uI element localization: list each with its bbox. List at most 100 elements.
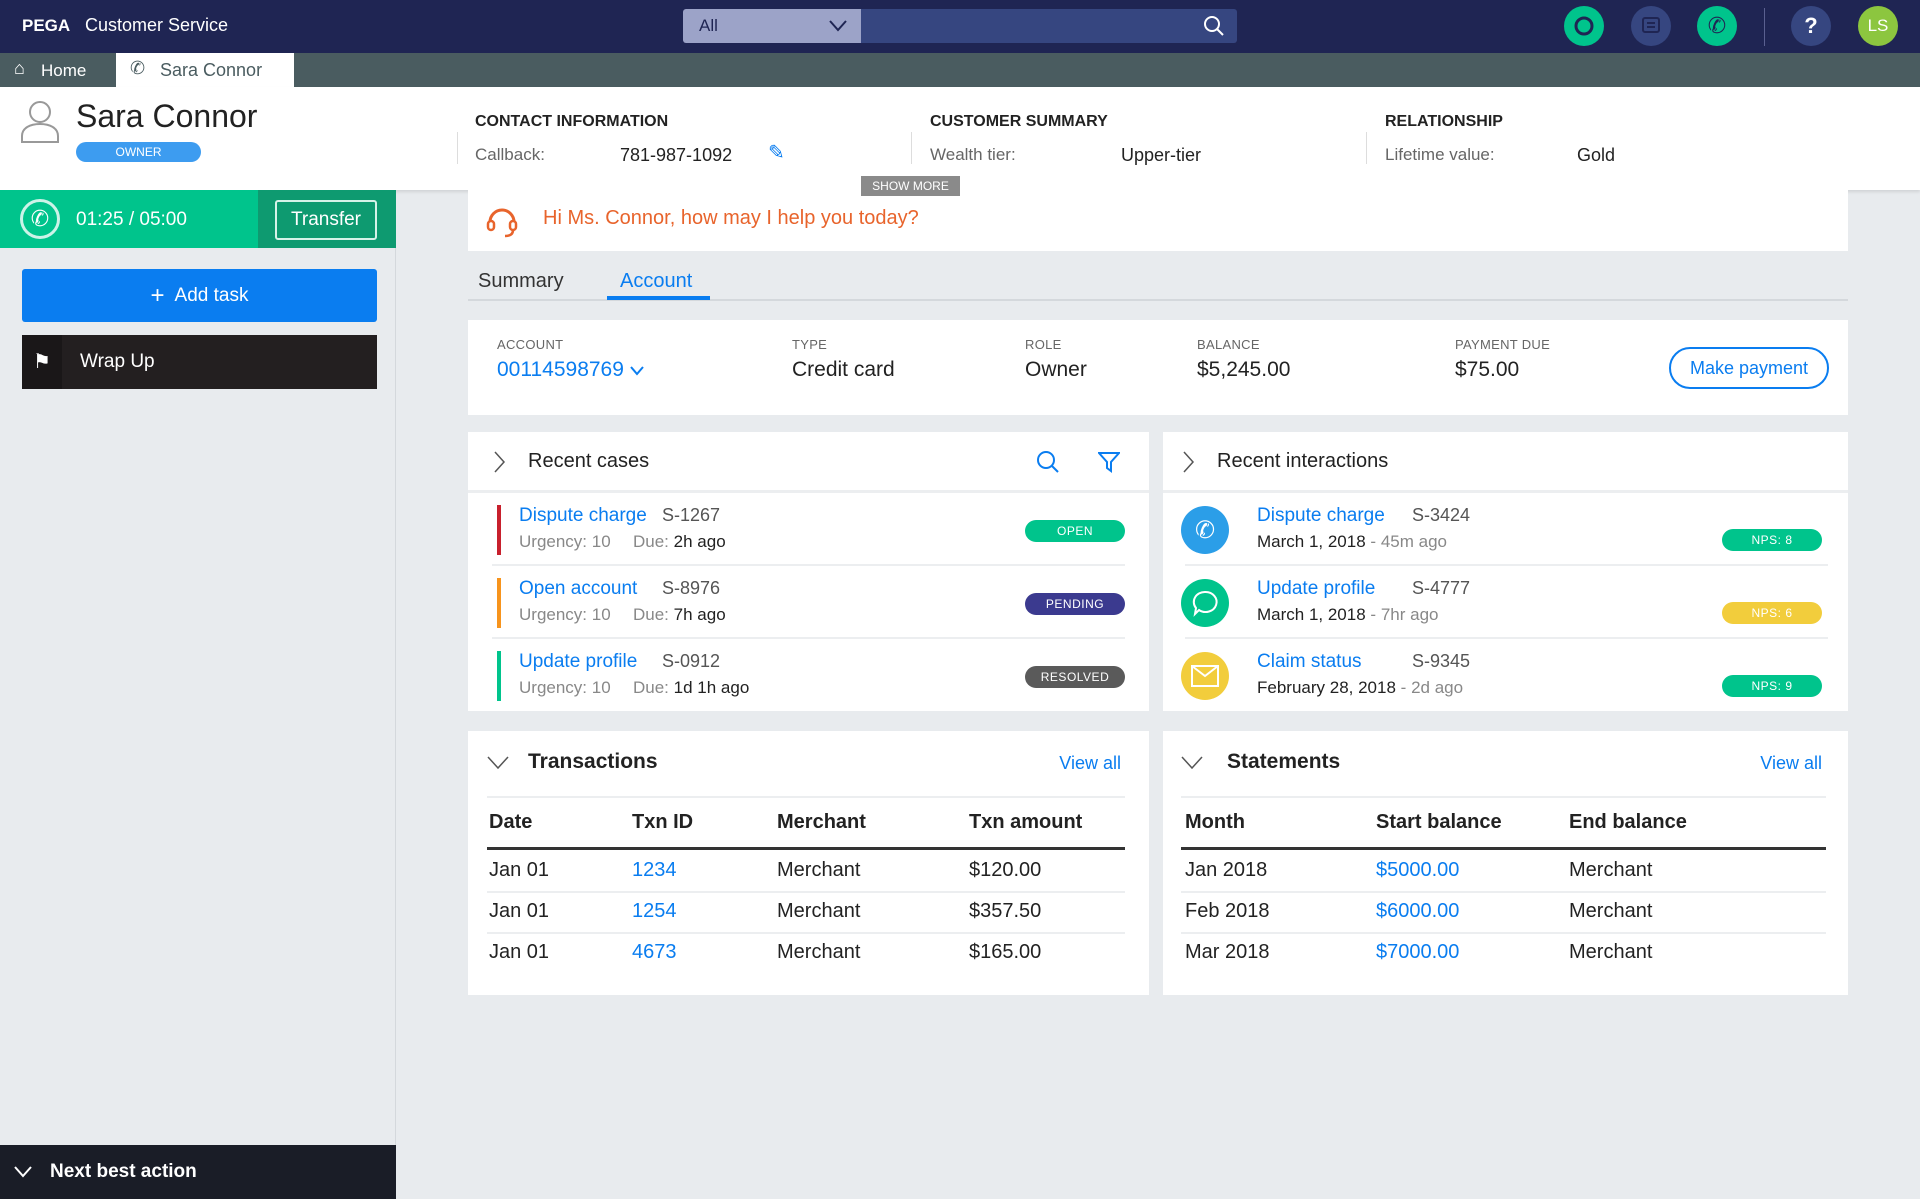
add-task-button[interactable]: + Add task bbox=[22, 269, 377, 322]
urgency-value: 10 bbox=[591, 605, 611, 624]
case-id: S-1267 bbox=[662, 505, 721, 525]
row-divider bbox=[487, 891, 1125, 893]
chevron-down-icon[interactable] bbox=[1181, 756, 1203, 770]
case-title-link[interactable]: Dispute charge bbox=[519, 505, 647, 527]
interaction-ago: 45m ago bbox=[1380, 532, 1447, 551]
case-urgency-bar bbox=[497, 651, 501, 701]
tab-home[interactable]: ⌂ Home bbox=[0, 53, 116, 87]
urgency-value: 10 bbox=[591, 678, 611, 697]
interaction-row[interactable]: Update profile S-4777 March 1, 2018 - 7h… bbox=[1163, 566, 1848, 639]
chevron-down-icon bbox=[14, 1166, 32, 1178]
wealth-tier-label: Wealth tier: bbox=[930, 145, 1016, 164]
payment-due-label: PAYMENT DUE bbox=[1455, 337, 1551, 352]
interaction-ago: 7hr ago bbox=[1380, 605, 1439, 624]
make-payment-button[interactable]: Make payment bbox=[1669, 347, 1829, 389]
case-row[interactable]: Update profile S-0912 Urgency: 10 Due: 1… bbox=[468, 639, 1149, 712]
table-cell-link[interactable]: 4673 bbox=[632, 941, 677, 964]
search-scope-select[interactable]: All bbox=[683, 9, 861, 43]
urgency-label: Urgency: bbox=[519, 532, 588, 551]
chevron-right-icon[interactable] bbox=[494, 451, 506, 473]
column-header[interactable]: Txn amount bbox=[969, 811, 1082, 834]
table-cell: Mar 2018 bbox=[1185, 941, 1270, 963]
column-header[interactable]: Txn ID bbox=[632, 811, 693, 834]
divider bbox=[1366, 132, 1367, 164]
table-cell-link[interactable]: $5000.00 bbox=[1376, 859, 1459, 882]
table-cell-link[interactable]: $7000.00 bbox=[1376, 941, 1459, 964]
case-due: Due: 1d 1h ago bbox=[633, 678, 749, 698]
row-divider bbox=[1181, 932, 1826, 934]
filter-icon[interactable] bbox=[1098, 451, 1120, 473]
user-avatar[interactable]: LS bbox=[1858, 6, 1898, 46]
pega-logo: PEGA bbox=[22, 16, 71, 35]
statements-view-all-link[interactable]: View all bbox=[1760, 753, 1822, 774]
account-select[interactable]: 00114598769 bbox=[497, 358, 644, 382]
transfer-area: Transfer bbox=[258, 190, 396, 248]
column-header[interactable]: Merchant bbox=[777, 811, 866, 834]
column-header[interactable]: End balance bbox=[1569, 811, 1687, 834]
show-more-button[interactable]: SHOW MORE bbox=[861, 176, 960, 196]
divider bbox=[911, 132, 912, 164]
case-title-link[interactable]: Open account bbox=[519, 578, 637, 600]
tab-sara-connor[interactable]: ✆ Sara Connor bbox=[116, 53, 294, 87]
column-header[interactable]: Start balance bbox=[1376, 811, 1502, 834]
transfer-button[interactable]: Transfer bbox=[275, 200, 377, 240]
type-label: TYPE bbox=[792, 337, 828, 352]
row-divider bbox=[487, 932, 1125, 934]
table-cell: Merchant bbox=[1569, 900, 1653, 922]
chevron-down-icon bbox=[829, 20, 847, 32]
sidebar: ✆ 01:25 / 05:00 Transfer + Add task ⚑ Wra… bbox=[0, 190, 396, 1199]
table-cell-link[interactable]: $6000.00 bbox=[1376, 900, 1459, 923]
phone-icon[interactable]: ✆ bbox=[1697, 6, 1737, 46]
interaction-row[interactable]: ✆ Dispute charge S-3424 March 1, 2018 - … bbox=[1163, 493, 1848, 566]
tab-summary[interactable]: Summary bbox=[478, 270, 564, 293]
nps-badge: NPS: 6 bbox=[1722, 602, 1822, 624]
recent-cases-card: Recent cases Dispute charge S-1267 Urgen… bbox=[468, 432, 1149, 711]
chevron-right-icon[interactable] bbox=[1183, 451, 1195, 473]
next-best-action-bar[interactable]: Next best action bbox=[0, 1145, 396, 1199]
interaction-id: S-3424 bbox=[1412, 505, 1471, 525]
chevron-down-icon[interactable] bbox=[487, 756, 509, 770]
column-header[interactable]: Month bbox=[1185, 811, 1245, 834]
table-cell-link[interactable]: 1234 bbox=[632, 859, 677, 882]
urgency-label: Urgency: bbox=[519, 678, 588, 697]
case-urgency: Urgency: 10 bbox=[519, 605, 611, 625]
table-cell: Jan 01 bbox=[489, 859, 550, 881]
edit-pencil-icon[interactable]: ✎ bbox=[768, 140, 785, 165]
table-cell: Jan 01 bbox=[489, 900, 550, 922]
case-urgency-bar bbox=[497, 505, 501, 555]
callback-value: 781-987-1092 bbox=[620, 145, 733, 165]
interaction-title-link[interactable]: Dispute charge bbox=[1257, 505, 1385, 527]
case-row[interactable]: Open account S-8976 Urgency: 10 Due: 7h … bbox=[468, 566, 1149, 639]
callback-label: Callback: bbox=[475, 145, 545, 164]
case-due: Due: 2h ago bbox=[633, 532, 726, 552]
workspace-tabs: ⌂ Home ✆ Sara Connor bbox=[0, 53, 1920, 87]
table-cell: Jan 2018 bbox=[1185, 859, 1268, 881]
tab-sara-connor-label: Sara Connor bbox=[160, 60, 263, 80]
search-icon[interactable] bbox=[1203, 15, 1225, 37]
chat-icon[interactable] bbox=[1631, 6, 1671, 46]
statements-card: Statements View all Month Start balance En… bbox=[1163, 731, 1848, 995]
transactions-view-all-link[interactable]: View all bbox=[1059, 753, 1121, 774]
column-header[interactable]: Date bbox=[489, 811, 532, 834]
interaction-date: March 1, 2018 bbox=[1257, 605, 1366, 624]
interaction-date-line: March 1, 2018 - 7hr ago bbox=[1257, 605, 1439, 624]
case-row[interactable]: Dispute charge S-1267 Urgency: 10 Due: 2… bbox=[468, 493, 1149, 566]
account-label: ACCOUNT bbox=[497, 337, 564, 352]
help-icon[interactable]: ? bbox=[1791, 6, 1831, 46]
interaction-title-link[interactable]: Update profile bbox=[1257, 578, 1375, 600]
recent-interactions-title: Recent interactions bbox=[1217, 450, 1389, 472]
role-label: ROLE bbox=[1025, 337, 1062, 352]
tab-account[interactable]: Account bbox=[620, 270, 692, 293]
recent-interactions-card: Recent interactions ✆ Dispute charge S-3… bbox=[1163, 432, 1848, 711]
search-icon[interactable] bbox=[1036, 450, 1060, 474]
interaction-row[interactable]: Claim status S-9345 February 28, 2018 - … bbox=[1163, 639, 1848, 712]
interaction-title-link[interactable]: Claim status bbox=[1257, 651, 1362, 673]
search-input[interactable] bbox=[861, 9, 1237, 43]
table-cell: Merchant bbox=[1569, 941, 1653, 963]
table-cell-link[interactable]: 1254 bbox=[632, 900, 677, 923]
case-title-link[interactable]: Update profile bbox=[519, 651, 637, 673]
wrap-up-button[interactable]: ⚑ Wrap Up bbox=[22, 335, 377, 389]
header-divider bbox=[1181, 847, 1826, 850]
network-icon[interactable] bbox=[1564, 6, 1604, 46]
user-icon bbox=[21, 101, 59, 143]
